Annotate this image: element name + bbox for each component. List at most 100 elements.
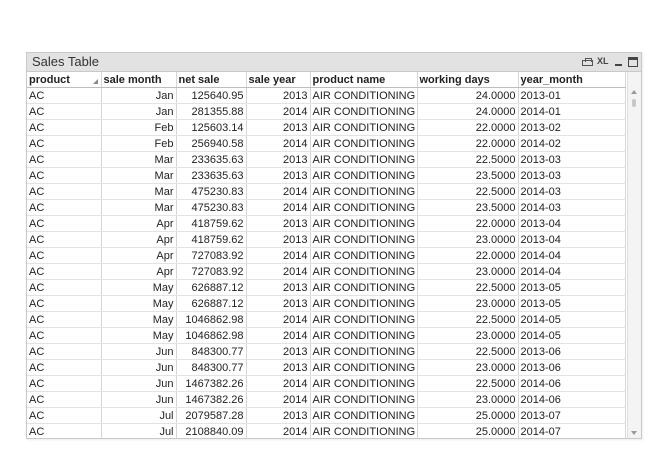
cell-working-days: 23.0000 <box>417 231 519 248</box>
cell-sale-year: 2014 <box>246 103 311 120</box>
table-row[interactable]: AC Mar 475230.83 2014 AIR CONDITIONING 22.500… <box>27 183 626 200</box>
cell-net-sale: 727083.92 <box>176 263 247 280</box>
vertical-scrollbar[interactable] <box>627 72 641 438</box>
cell-working-days: 24.0000 <box>417 103 519 120</box>
cell-working-days: 23.0000 <box>417 359 519 376</box>
cell-year-month: 2014-06 <box>518 375 626 392</box>
scroll-down-icon[interactable] <box>631 431 637 435</box>
cell-sale-month: Jun <box>101 343 177 360</box>
cell-sale-year: 2014 <box>246 135 311 152</box>
cell-sale-year: 2014 <box>246 311 311 328</box>
print-icon[interactable] <box>582 58 593 66</box>
cell-product-name: AIR CONDITIONING <box>310 151 418 168</box>
table-row[interactable]: AC Feb 256940.58 2014 AIR CONDITIONING 22.000… <box>27 135 626 152</box>
column-header-sale-month[interactable]: sale month <box>101 72 177 88</box>
table-row[interactable]: AC Jun 1467382.26 2014 AIR CONDITIONING 22.50… <box>27 375 626 392</box>
cell-net-sale: 125640.95 <box>176 87 247 104</box>
cell-sale-year: 2013 <box>246 87 311 104</box>
cell-sale-year: 2014 <box>246 199 311 216</box>
cell-product: AC <box>27 231 102 248</box>
cell-product: AC <box>27 263 102 280</box>
cell-product: AC <box>27 375 102 392</box>
table-row[interactable]: AC Apr 727083.92 2014 AIR CONDITIONING 22.000… <box>27 247 626 264</box>
cell-sale-month: May <box>101 295 177 312</box>
table-row[interactable]: AC Jan 125640.95 2013 AIR CONDITIONING 24.000… <box>27 87 626 104</box>
table-row[interactable]: AC May 1046862.98 2014 AIR CONDITIONING 22.50… <box>27 311 626 328</box>
cell-year-month: 2013-05 <box>518 295 626 312</box>
cell-year-month: 2014-03 <box>518 199 626 216</box>
table-row[interactable]: AC Apr 418759.62 2013 AIR CONDITIONING 22.000… <box>27 215 626 232</box>
cell-year-month: 2014-04 <box>518 247 626 264</box>
cell-product-name: AIR CONDITIONING <box>310 135 418 152</box>
table-row[interactable]: AC Mar 233635.63 2013 AIR CONDITIONING 23.500… <box>27 167 626 184</box>
table-row[interactable]: AC Feb 125603.14 2013 AIR CONDITIONING 22.000… <box>27 119 626 136</box>
column-header-net-sale[interactable]: net sale <box>176 72 247 88</box>
column-header-product-name[interactable]: product name <box>310 72 418 88</box>
table-row[interactable]: AC Apr 418759.62 2013 AIR CONDITIONING 23.000… <box>27 231 626 248</box>
cell-working-days: 22.5000 <box>417 183 519 200</box>
table-row[interactable]: AC Jun 1467382.26 2014 AIR CONDITIONING 23.00… <box>27 391 626 408</box>
cell-product-name: AIR CONDITIONING <box>310 391 418 408</box>
cell-product-name: AIR CONDITIONING <box>310 279 418 296</box>
column-header-sale-year[interactable]: sale year <box>246 72 311 88</box>
cell-sale-year: 2013 <box>246 407 311 424</box>
cell-product: AC <box>27 151 102 168</box>
cell-product-name: AIR CONDITIONING <box>310 119 418 136</box>
cell-year-month: 2013-02 <box>518 119 626 136</box>
cell-working-days: 22.5000 <box>417 375 519 392</box>
sales-table: product sale month net sale sale year pr… <box>27 72 626 438</box>
cell-net-sale: 475230.83 <box>176 199 247 216</box>
cell-year-month: 2014-06 <box>518 391 626 408</box>
cell-working-days: 23.5000 <box>417 199 519 216</box>
cell-product: AC <box>27 135 102 152</box>
cell-sale-month: May <box>101 327 177 344</box>
cell-net-sale: 233635.63 <box>176 167 247 184</box>
cell-working-days: 22.0000 <box>417 135 519 152</box>
cell-product: AC <box>27 215 102 232</box>
table-row[interactable]: AC Mar 475230.83 2014 AIR CONDITIONING 23.500… <box>27 199 626 216</box>
cell-product: AC <box>27 119 102 136</box>
cell-working-days: 23.5000 <box>417 167 519 184</box>
cell-product-name: AIR CONDITIONING <box>310 167 418 184</box>
table-row[interactable]: AC Apr 727083.92 2014 AIR CONDITIONING 23.000… <box>27 263 626 280</box>
cell-sale-month: Jun <box>101 391 177 408</box>
table-row[interactable]: AC May 1046862.98 2014 AIR CONDITIONING 23.00… <box>27 327 626 344</box>
xl-export-icon[interactable]: XL <box>597 56 609 67</box>
cell-sale-month: Jul <box>101 407 177 424</box>
cell-net-sale: 626887.12 <box>176 279 247 296</box>
table-row[interactable]: AC Jul 2079587.28 2013 AIR CONDITIONING 25.00… <box>27 407 626 424</box>
table-row[interactable]: AC Jan 281355.88 2014 AIR CONDITIONING 24.000… <box>27 103 626 120</box>
cell-product-name: AIR CONDITIONING <box>310 311 418 328</box>
table-row[interactable]: AC May 626887.12 2013 AIR CONDITIONING 23.000… <box>27 295 626 312</box>
cell-sale-year: 2013 <box>246 295 311 312</box>
cell-net-sale: 418759.62 <box>176 215 247 232</box>
cell-working-days: 22.0000 <box>417 119 519 136</box>
sort-indicator-icon <box>92 79 98 84</box>
table-row[interactable]: AC Mar 233635.63 2013 AIR CONDITIONING 22.500… <box>27 151 626 168</box>
cell-net-sale: 2108840.09 <box>176 423 247 438</box>
table-row[interactable]: AC Jun 848300.77 2013 AIR CONDITIONING 22.500… <box>27 343 626 360</box>
cell-product: AC <box>27 103 102 120</box>
cell-product: AC <box>27 311 102 328</box>
scroll-up-icon[interactable] <box>631 90 637 94</box>
header-row: product sale month net sale sale year pr… <box>27 72 626 88</box>
cell-working-days: 22.0000 <box>417 215 519 232</box>
column-header-product[interactable]: product <box>27 72 102 88</box>
cell-product: AC <box>27 407 102 424</box>
column-header-year-month[interactable]: year_month <box>518 72 626 88</box>
scroll-thumb[interactable] <box>632 99 636 107</box>
table-row[interactable]: AC May 626887.12 2013 AIR CONDITIONING 22.500… <box>27 279 626 296</box>
cell-net-sale: 475230.83 <box>176 183 247 200</box>
column-header-working-days[interactable]: working days <box>417 72 519 88</box>
cell-sale-month: May <box>101 279 177 296</box>
cell-product: AC <box>27 247 102 264</box>
cell-sale-month: Mar <box>101 199 177 216</box>
cell-sale-month: Jan <box>101 87 177 104</box>
cell-net-sale: 1467382.26 <box>176 391 247 408</box>
cell-sale-year: 2013 <box>246 359 311 376</box>
cell-working-days: 23.0000 <box>417 391 519 408</box>
minimize-icon[interactable] <box>613 56 624 67</box>
maximize-icon[interactable] <box>628 56 638 67</box>
table-row[interactable]: AC Jun 848300.77 2013 AIR CONDITIONING 23.000… <box>27 359 626 376</box>
table-row[interactable]: AC Jul 2108840.09 2014 AIR CONDITIONING 25.00… <box>27 423 626 438</box>
